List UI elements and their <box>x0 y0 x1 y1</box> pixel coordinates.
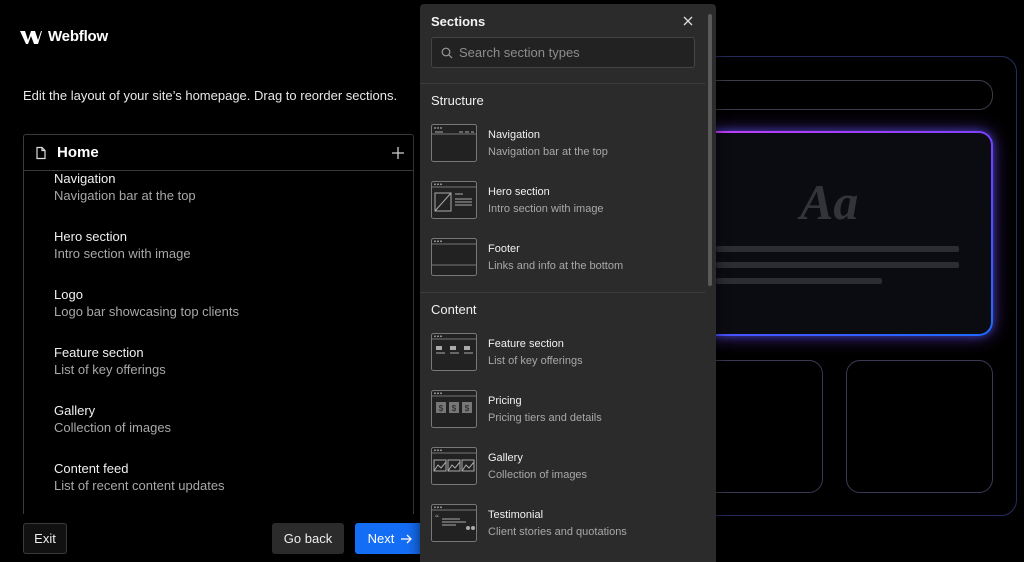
section-type-name: Navigation <box>488 129 540 141</box>
go-back-button[interactable]: Go back <box>272 523 344 554</box>
preview-nav-bar <box>690 80 993 110</box>
outline-item-feature[interactable]: Feature section List of key offerings <box>24 345 413 403</box>
onboarding-screen: Webflow Edit the layout of your site’s h… <box>0 0 1024 562</box>
outline-item-desc: List of recent content updates <box>54 478 225 493</box>
add-section-icon[interactable] <box>391 146 405 160</box>
svg-text:$: $ <box>465 404 470 413</box>
outline-item-hero[interactable]: Hero section Intro section with image <box>24 229 413 287</box>
sections-panel: Sections Structure Navigation Navigation… <box>420 4 716 562</box>
outline-item-desc: List of key offerings <box>54 362 166 377</box>
outline-item-desc: Collection of images <box>54 420 172 435</box>
section-type-desc: Pricing tiers and details <box>488 412 602 424</box>
section-type-footer[interactable]: Footer Links and info at the bottom <box>431 238 701 288</box>
outline-item-name: Hero section <box>54 229 127 244</box>
section-type-desc: List of key offerings <box>488 355 583 367</box>
outline-item-gallery[interactable]: Gallery Collection of images <box>24 403 413 461</box>
outline-item-desc: Navigation bar at the top <box>54 188 196 203</box>
outline-item-name: Logo <box>54 287 83 302</box>
outline-item-name: Gallery <box>54 403 96 418</box>
page-outline: Home Navigation Navigation bar at the to… <box>23 134 414 514</box>
outline-item-desc: Logo bar showcasing top clients <box>54 304 240 319</box>
svg-text:$: $ <box>439 404 444 413</box>
preview-hero-card <box>690 131 993 336</box>
close-icon[interactable] <box>681 14 695 28</box>
next-button-label: Next <box>367 531 395 546</box>
section-type-desc: Client stories and quotations <box>488 526 627 538</box>
section-type-desc: Collection of images <box>488 469 588 481</box>
hero-thumb-icon <box>431 181 477 219</box>
group-title-content: Content <box>431 302 477 317</box>
intro-text: Edit the layout of your site’s homepage.… <box>23 88 398 103</box>
outline-title: Home <box>57 144 99 161</box>
gallery-thumb-icon <box>431 447 477 485</box>
section-type-name: Gallery <box>488 452 523 464</box>
brand-name: Webflow <box>48 28 108 45</box>
search-box <box>431 37 695 68</box>
testimonial-thumb-icon: “ <box>431 504 477 542</box>
section-type-gallery[interactable]: Gallery Collection of images <box>431 447 701 497</box>
webflow-logo: Webflow <box>20 28 108 45</box>
section-type-desc: Links and info at the bottom <box>488 260 624 272</box>
section-type-name: Hero section <box>488 186 550 198</box>
outline-item-content-feed[interactable]: Content feed List of recent content upda… <box>24 461 413 514</box>
navigation-thumb-icon <box>431 124 477 162</box>
pricing-thumb-icon: $ $ $ <box>431 390 477 428</box>
outline-item-name: Feature section <box>54 345 144 360</box>
section-type-name: Pricing <box>488 395 522 407</box>
outline-item-name: Content feed <box>54 461 129 476</box>
search-input[interactable] <box>459 45 679 60</box>
search-icon <box>441 47 453 58</box>
preview-text-line <box>716 278 882 284</box>
svg-text:“: “ <box>435 513 439 523</box>
outline-header: Home <box>24 135 413 171</box>
divider <box>420 83 705 84</box>
footer-thumb-icon <box>431 238 477 276</box>
section-type-navigation[interactable]: Navigation Navigation bar at the top <box>431 124 701 174</box>
page-icon <box>36 146 46 159</box>
panel-scrollbar[interactable] <box>708 14 712 286</box>
panel-title: Sections <box>431 14 486 29</box>
section-type-name: Feature section <box>488 338 564 350</box>
preview-typography-glyph: Aa <box>800 174 859 230</box>
feature-thumb-icon <box>431 333 477 371</box>
outline-item-navigation[interactable]: Navigation Navigation bar at the top <box>24 171 413 229</box>
section-type-testimonial[interactable]: “ Testimonial Client stories and quotati… <box>431 504 701 554</box>
preview-card <box>846 360 993 493</box>
webflow-logo-icon <box>20 30 42 44</box>
next-button[interactable]: Next <box>355 523 425 554</box>
section-type-pricing[interactable]: $ $ $ Pricing Pricing tiers and details <box>431 390 701 440</box>
section-type-hero[interactable]: Hero section Intro section with image <box>431 181 701 231</box>
exit-button[interactable]: Exit <box>23 523 67 554</box>
section-type-desc: Intro section with image <box>488 203 604 215</box>
divider <box>420 292 705 293</box>
svg-text:$: $ <box>452 404 457 413</box>
section-type-name: Testimonial <box>488 509 544 521</box>
section-type-feature[interactable]: Feature section List of key offerings <box>431 333 701 383</box>
preview-text-line <box>716 246 959 252</box>
outline-item-desc: Intro section with image <box>54 246 191 261</box>
preview-text-line <box>716 262 959 268</box>
section-type-name: Footer <box>488 243 520 255</box>
outline-item-name: Navigation <box>54 171 116 186</box>
section-type-desc: Navigation bar at the top <box>488 146 608 158</box>
group-title-structure: Structure <box>431 93 484 108</box>
arrow-right-icon <box>401 534 413 543</box>
outline-item-logo[interactable]: Logo Logo bar showcasing top clients <box>24 287 413 345</box>
